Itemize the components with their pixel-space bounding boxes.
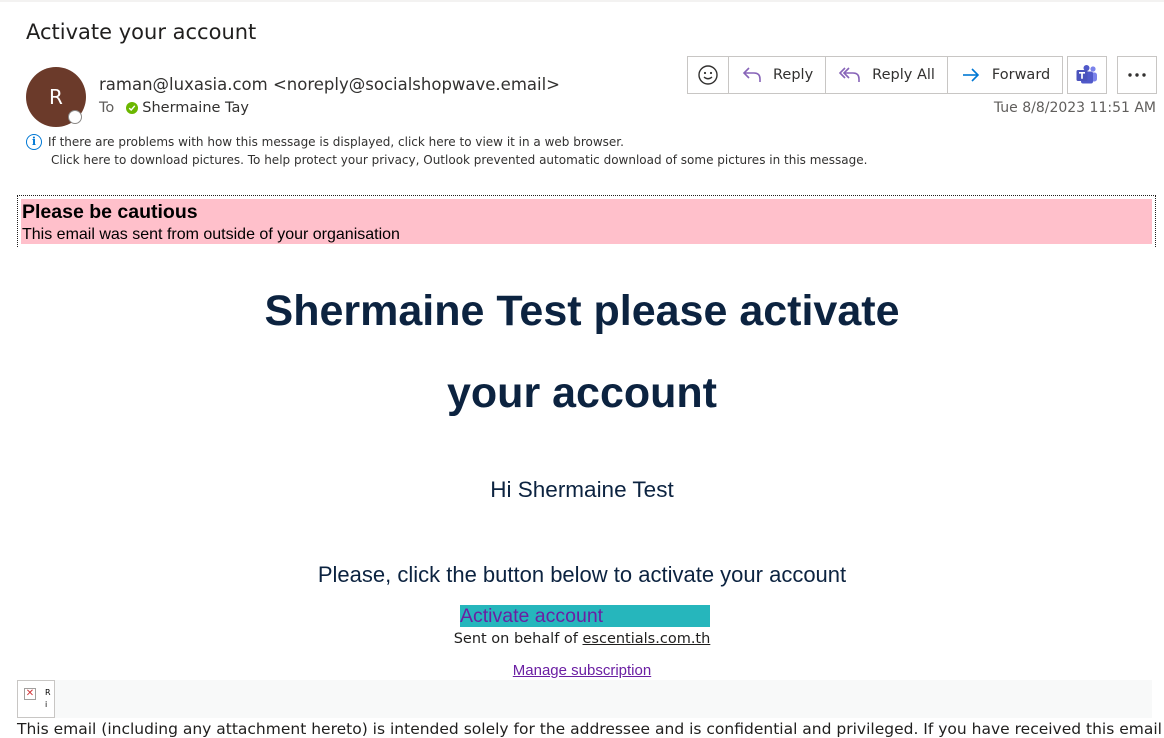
email-headline-line1: Shermaine Test please activate bbox=[264, 287, 900, 335]
info-bar: i If there are problems with how this me… bbox=[26, 133, 867, 169]
disclaimer-text: This email (including any attachment her… bbox=[17, 720, 1164, 738]
external-warning: Please be cautious This email was sent f… bbox=[17, 195, 1156, 247]
message-subject: Activate your account bbox=[26, 20, 257, 44]
behalf-prefix: Sent on behalf of bbox=[453, 631, 583, 647]
manage-subscription: Manage subscription bbox=[0, 662, 1164, 679]
escentials-link[interactable]: escentials.com.th bbox=[583, 631, 711, 647]
top-divider bbox=[0, 0, 1164, 2]
reply-label: Reply bbox=[773, 67, 814, 83]
presence-status-icon bbox=[68, 110, 82, 124]
reply-button[interactable]: Reply bbox=[729, 57, 827, 93]
recipient-name[interactable]: Shermaine Tay bbox=[142, 100, 249, 116]
message-date: Tue 8/8/2023 11:51 AM bbox=[993, 100, 1156, 116]
to-label: To bbox=[99, 100, 115, 116]
forward-label: Forward bbox=[991, 67, 1051, 83]
sent-on-behalf: Sent on behalf of escentials.com.th bbox=[0, 631, 1164, 647]
activate-account-button[interactable]: Activate account bbox=[460, 605, 710, 627]
more-icon bbox=[1128, 73, 1146, 77]
caution-banner: Please be cautious This email was sent f… bbox=[21, 199, 1152, 244]
download-pictures-link[interactable]: Click here to download pictures. To help… bbox=[26, 151, 867, 169]
broken-image-alt-text: R i bbox=[45, 688, 51, 709]
instruction-text: Please, click the button below to activa… bbox=[317, 562, 847, 587]
forward-button[interactable]: Forward bbox=[948, 57, 1062, 93]
teams-button[interactable] bbox=[1067, 56, 1107, 94]
footer-area bbox=[17, 680, 1152, 718]
manage-subscription-link[interactable]: Manage subscription bbox=[513, 662, 651, 679]
emoji-icon bbox=[698, 65, 718, 85]
reply-icon bbox=[742, 67, 761, 82]
message-action-bar: Reply Reply All Forward bbox=[687, 56, 1064, 94]
view-in-browser-link[interactable]: If there are problems with how this mess… bbox=[48, 133, 624, 151]
forward-arrow-icon bbox=[962, 68, 980, 82]
avatar-initial: R bbox=[49, 85, 63, 109]
email-headline-line2: your account bbox=[447, 369, 717, 417]
broken-image-placeholder[interactable]: ✕ R i bbox=[17, 680, 55, 718]
reaction-button[interactable] bbox=[688, 57, 729, 93]
caution-heading: Please be cautious bbox=[22, 201, 198, 223]
sender-address[interactable]: raman@luxasia.com <noreply@socialshopwav… bbox=[99, 75, 560, 94]
reply-all-button[interactable]: Reply All bbox=[826, 57, 948, 93]
more-actions-button[interactable] bbox=[1117, 56, 1157, 94]
reply-all-icon bbox=[839, 67, 860, 82]
reply-all-label: Reply All bbox=[872, 67, 935, 83]
greeting-text: Hi Shermaine Test bbox=[490, 477, 674, 502]
broken-image-icon: ✕ bbox=[24, 688, 36, 700]
recipient-status-icon bbox=[126, 102, 139, 114]
recipient-row: To Shermaine Tay bbox=[99, 100, 249, 116]
teams-icon bbox=[1076, 65, 1097, 84]
info-icon: i bbox=[26, 134, 42, 150]
caution-text: This email was sent from outside of your… bbox=[22, 226, 400, 243]
activate-account-label: Activate account bbox=[460, 605, 604, 627]
